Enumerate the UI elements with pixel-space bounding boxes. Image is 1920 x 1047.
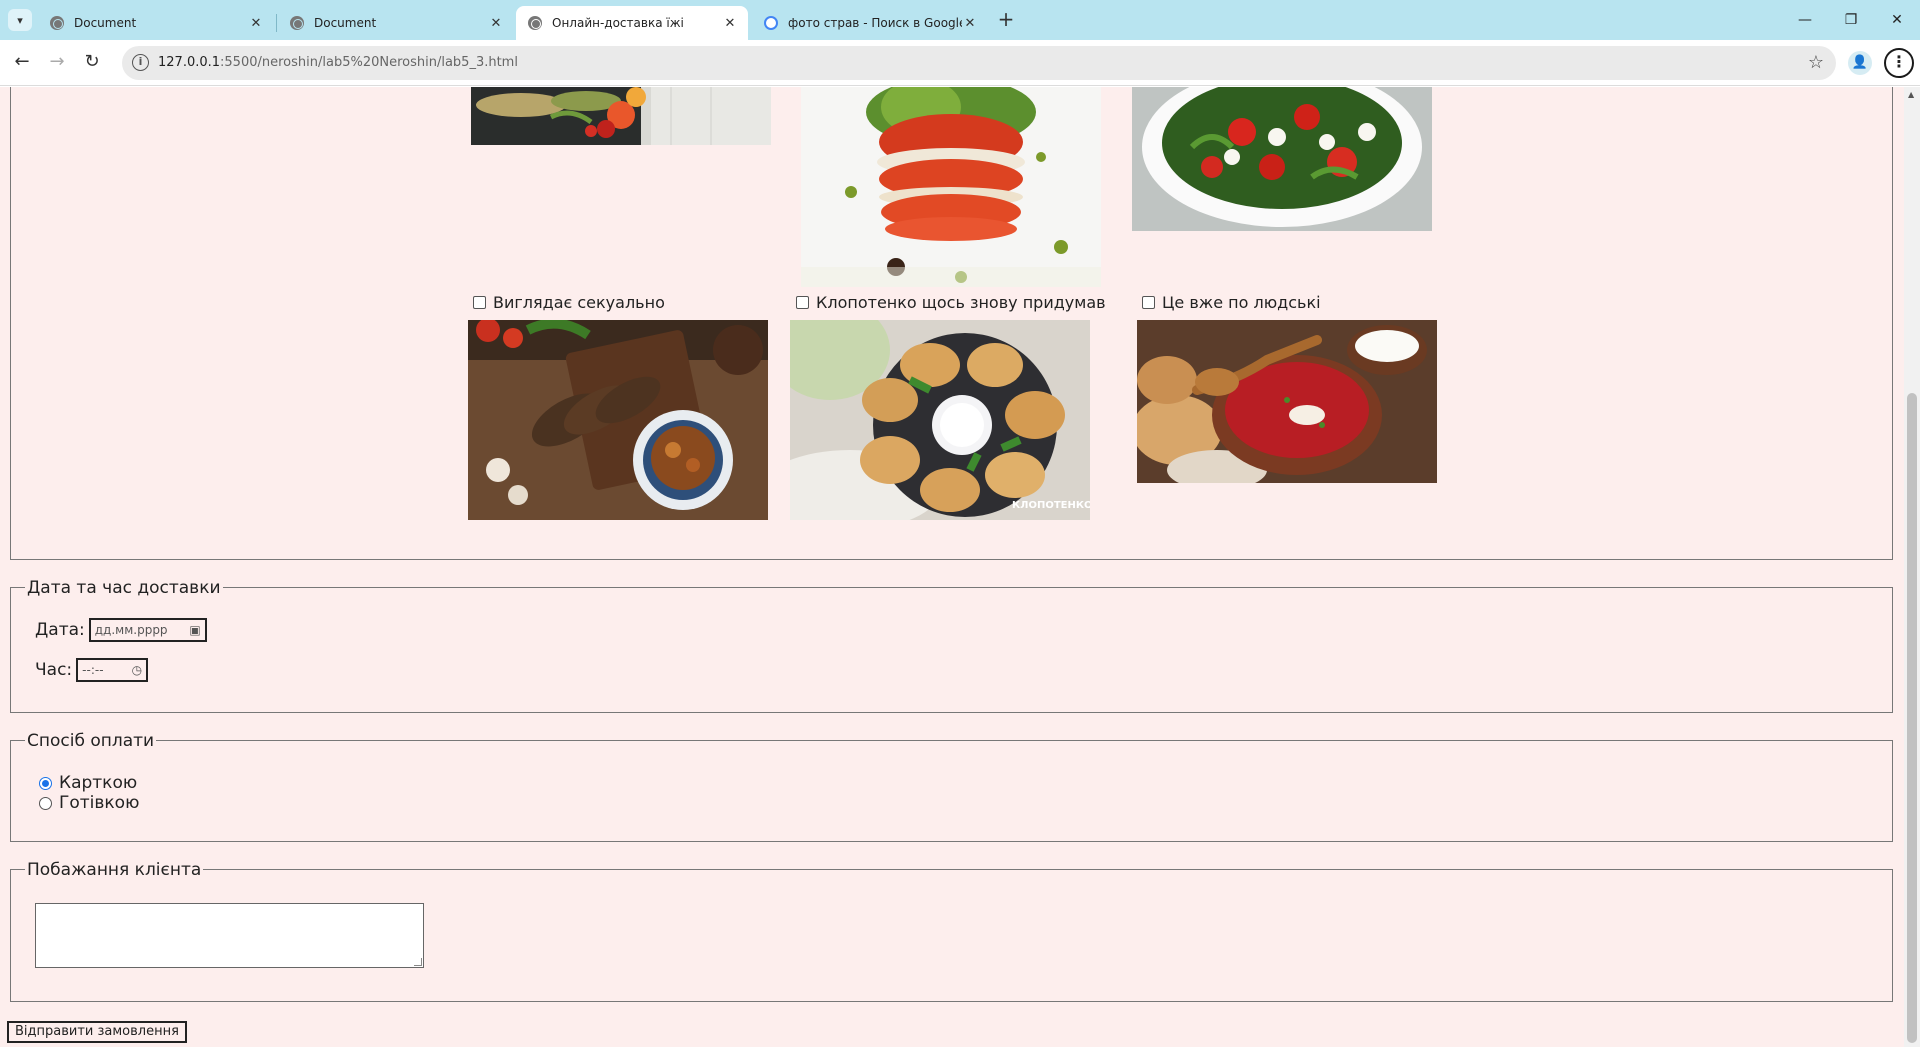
dish-image-zucchini-pancakes: КЛОПОТЕНКО <box>790 320 1090 520</box>
close-tab-icon[interactable]: ✕ <box>488 16 504 31</box>
time-label: Час: <box>35 660 73 680</box>
browser-toolbar: ← → ↻ i 127.0.0.1:5500/neroshin/lab5%20N… <box>0 40 1920 86</box>
time-placeholder: --:-- <box>82 663 104 677</box>
close-tab-icon[interactable]: ✕ <box>722 16 738 31</box>
dish-label: Виглядає секуально <box>493 293 665 312</box>
bookmark-star-icon[interactable]: ☆ <box>1808 52 1824 73</box>
tab-food-delivery[interactable]: Онлайн-доставка їжі ✕ <box>516 6 748 40</box>
site-info-icon[interactable]: i <box>132 54 149 71</box>
forward-arrow-icon[interactable]: → <box>45 50 69 74</box>
scrollbar-thumb[interactable] <box>1907 393 1917 1043</box>
payment-fieldset: Спосіб оплати Карткою Готівкою <box>10 731 1893 842</box>
close-tab-icon[interactable]: ✕ <box>962 16 978 31</box>
dish-option-3[interactable]: Це вже по людські <box>1142 293 1321 312</box>
close-window-button[interactable]: ✕ <box>1882 6 1912 34</box>
time-input[interactable]: --:-- ◷ <box>76 658 149 682</box>
radio-cash[interactable] <box>39 796 52 810</box>
google-icon <box>764 16 778 30</box>
submit-order-button[interactable]: Відправити замовлення <box>7 1021 187 1043</box>
dish-image-borscht <box>1137 320 1437 483</box>
dish-image-caprese-tower <box>801 87 1101 287</box>
radio-label: Карткою <box>59 773 138 793</box>
date-placeholder: дд.мм.рррр <box>94 623 168 637</box>
date-label: Дата: <box>35 620 85 640</box>
globe-icon <box>50 16 64 30</box>
dish-checkbox[interactable] <box>1142 296 1155 309</box>
back-arrow-icon[interactable]: ← <box>10 50 34 74</box>
reload-icon[interactable]: ↻ <box>80 50 104 74</box>
profile-avatar-icon[interactable]: 👤 <box>1848 51 1872 75</box>
url-text[interactable]: 127.0.0.1:5500/neroshin/lab5%20Neroshin/… <box>158 55 518 70</box>
dish-image-caprese-salad <box>1132 87 1432 231</box>
restore-window-button[interactable]: ❐ <box>1836 6 1866 34</box>
watermark-text: КЛОПОТЕНКО <box>1012 500 1090 511</box>
tab-title: фото страв - Поиск в Google <box>788 16 962 30</box>
date-row: Дата: дд.мм.рррр ▣ <box>35 618 207 642</box>
dish-option-2[interactable]: Клопотенко щось знову придумав <box>796 293 1106 312</box>
tab-document-1[interactable]: Document ✕ <box>38 6 274 40</box>
payment-legend: Спосіб оплати <box>25 731 157 751</box>
dish-image-stew-bread <box>468 320 768 520</box>
date-input[interactable]: дд.мм.рррр ▣ <box>88 618 207 642</box>
dish-option-1[interactable]: Виглядає секуально <box>473 293 665 312</box>
payment-option-card[interactable]: Карткою <box>39 773 137 793</box>
radio-label: Готівкою <box>59 793 140 813</box>
delivery-fieldset: Дата та час доставки Дата: дд.мм.рррр ▣ … <box>10 578 1893 713</box>
page-viewport: Виглядає секуально Клопотенко щось знову… <box>0 87 1904 1047</box>
tab-title: Document <box>74 16 137 30</box>
tab-title: Онлайн-доставка їжі <box>552 16 684 30</box>
globe-icon <box>528 16 542 30</box>
dish-label: Це вже по людські <box>1162 293 1321 312</box>
browser-menu-icon[interactable]: ⋮ <box>1884 48 1914 78</box>
tab-search-button[interactable]: ▾ <box>8 9 32 31</box>
wishes-textarea[interactable] <box>35 903 424 968</box>
tab-title: Document <box>314 16 377 30</box>
dish-label: Клопотенко щось знову придумав <box>816 293 1106 312</box>
dish-checkbox[interactable] <box>796 296 809 309</box>
minimize-window-button[interactable]: — <box>1790 6 1820 34</box>
page-scrollbar[interactable]: ▲ <box>1904 87 1920 1047</box>
calendar-icon[interactable]: ▣ <box>189 623 200 637</box>
scroll-up-arrow-icon[interactable]: ▲ <box>1908 90 1914 99</box>
dish-checkbox[interactable] <box>473 296 486 309</box>
tab-separator <box>276 14 277 32</box>
payment-option-cash[interactable]: Готівкою <box>39 793 139 813</box>
tab-google-search[interactable]: фото страв - Поиск в Google ✕ <box>752 6 988 40</box>
browser-tab-bar: ▾ Document ✕ Document ✕ Онлайн-доставка … <box>0 0 1920 40</box>
radio-card[interactable] <box>39 776 52 790</box>
wishes-legend: Побажання клієнта <box>25 860 204 880</box>
address-bar[interactable]: i 127.0.0.1:5500/neroshin/lab5%20Neroshi… <box>122 46 1836 80</box>
dish-image-grilled-vegetables <box>471 87 771 145</box>
time-row: Час: --:-- ◷ <box>35 658 149 682</box>
new-tab-button[interactable]: + <box>996 8 1016 32</box>
delivery-legend: Дата та час доставки <box>25 578 223 598</box>
tab-document-2[interactable]: Document ✕ <box>278 6 514 40</box>
clock-icon[interactable]: ◷ <box>132 663 142 677</box>
globe-icon <box>290 16 304 30</box>
wishes-fieldset: Побажання клієнта <box>10 860 1893 1002</box>
dishes-fieldset: Виглядає секуально Клопотенко щось знову… <box>10 87 1893 560</box>
close-tab-icon[interactable]: ✕ <box>248 16 264 31</box>
